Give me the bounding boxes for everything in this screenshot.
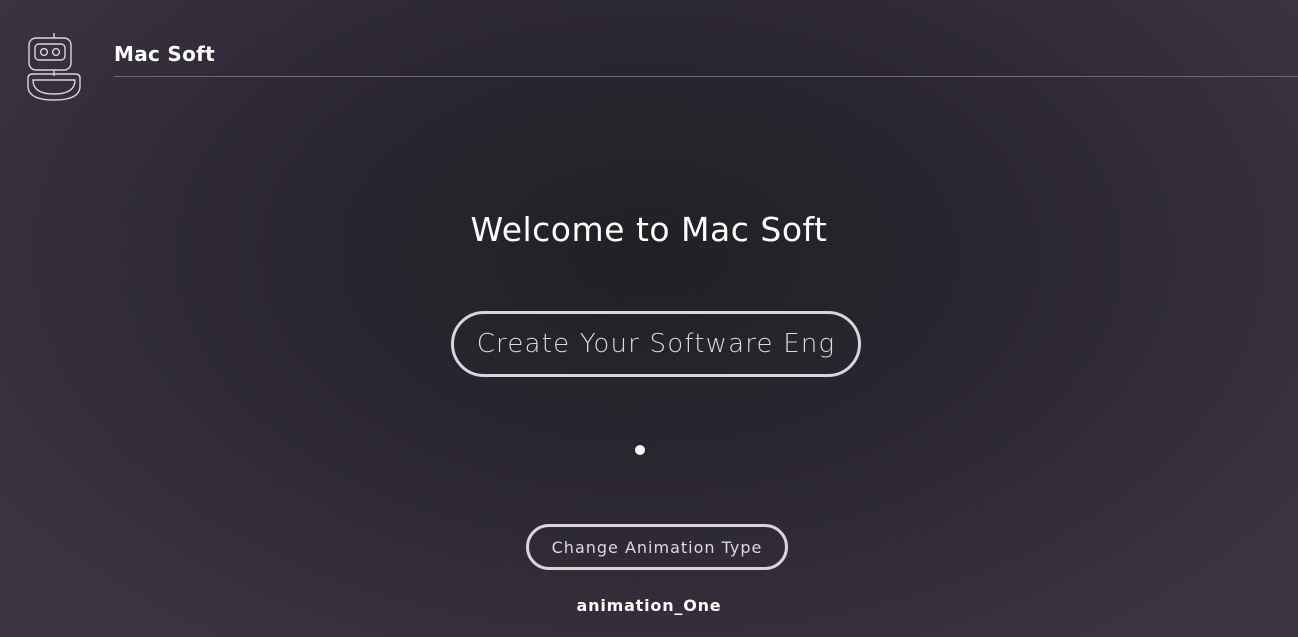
robot-icon[interactable] [25, 32, 83, 102]
change-animation-label: Change Animation Type [551, 537, 763, 557]
loading-dot-indicator [635, 445, 645, 455]
typing-animation-text: Create Your Software Eng [476, 329, 836, 359]
typing-animation-button[interactable]: Create Your Software Eng [451, 311, 861, 377]
animation-type-label: animation_One [576, 596, 722, 615]
welcome-title: Welcome to Mac Soft [470, 210, 828, 249]
brand-name[interactable]: Mac Soft [114, 42, 215, 66]
header-divider [114, 76, 1298, 77]
change-animation-button[interactable]: Change Animation Type [526, 524, 788, 570]
